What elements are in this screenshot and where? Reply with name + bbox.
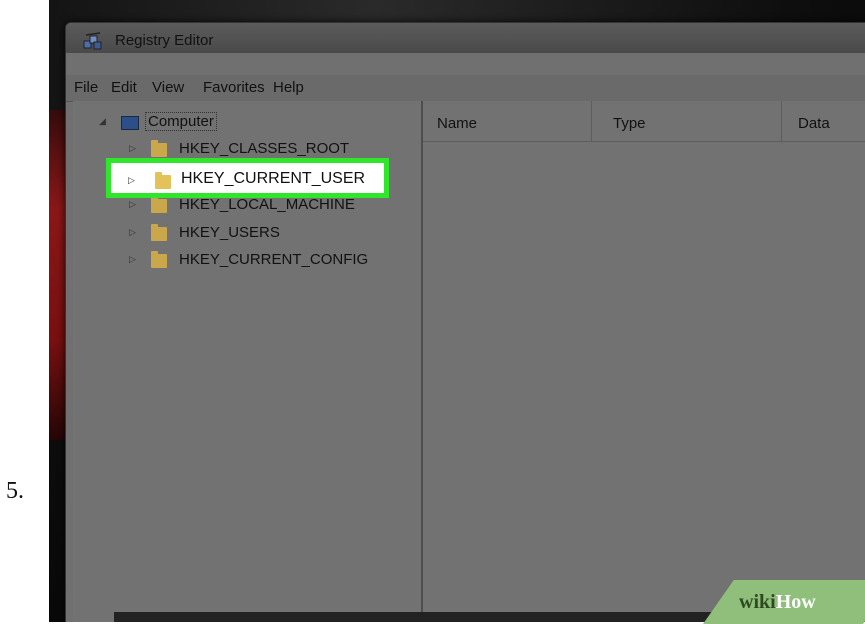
expand-icon[interactable]: ▷ — [128, 175, 135, 186]
menu-view[interactable]: View — [152, 79, 184, 96]
column-name[interactable]: Name — [437, 115, 477, 132]
screenshot: Registry Editor File Edit View Favorites… — [49, 0, 865, 622]
tree-item-computer[interactable]: ◢ Computer — [99, 112, 299, 134]
tree-item-hkey-users[interactable]: ▷ HKEY_USERS — [129, 222, 429, 244]
values-pane: Name Type Data — [423, 101, 865, 622]
tree-item-hkey-classes-root[interactable]: ▷ HKEY_CLASSES_ROOT — [129, 138, 429, 160]
wikihow-watermark: wikiHow — [739, 591, 816, 613]
tree-item-label: Computer — [145, 112, 217, 131]
expand-icon[interactable]: ▷ — [129, 143, 136, 154]
menu-help[interactable]: Help — [273, 79, 304, 96]
column-type[interactable]: Type — [613, 115, 646, 132]
folder-icon — [151, 224, 167, 241]
menu-bar: File Edit View Favorites Help — [66, 75, 865, 102]
column-header: Name Type Data — [423, 101, 865, 142]
tree-item-label: HKEY_USERS — [179, 224, 280, 241]
folder-icon — [151, 140, 167, 157]
tree-item-hkey-current-user[interactable]: ▷ HKEY_CURRENT_USER — [106, 158, 389, 198]
folder-icon — [151, 196, 167, 213]
tree-item-label: HKEY_LOCAL_MACHINE — [179, 196, 355, 213]
folder-icon — [155, 172, 171, 189]
menu-favorites[interactable]: Favorites — [203, 79, 265, 96]
step-number: 5. — [6, 478, 24, 504]
folder-icon — [151, 251, 167, 268]
registry-editor-icon — [83, 32, 102, 50]
collapse-icon[interactable]: ◢ — [99, 116, 106, 127]
tree-item-label: HKEY_CURRENT_USER — [181, 170, 366, 187]
menu-file[interactable]: File — [74, 79, 98, 96]
tree-item-label: HKEY_CURRENT_CONFIG — [179, 251, 369, 268]
menu-edit[interactable]: Edit — [111, 79, 137, 96]
tree-item-hkey-current-config[interactable]: ▷ HKEY_CURRENT_CONFIG — [129, 249, 429, 271]
expand-icon[interactable]: ▷ — [129, 227, 136, 238]
window-title: Registry Editor — [115, 32, 214, 49]
computer-icon — [121, 116, 139, 130]
expand-icon[interactable]: ▷ — [129, 254, 136, 265]
tree-item-label: HKEY_CLASSES_ROOT — [179, 140, 350, 157]
column-data[interactable]: Data — [798, 115, 830, 132]
expand-icon[interactable]: ▷ — [129, 199, 136, 210]
title-bar: Registry Editor — [66, 23, 865, 53]
